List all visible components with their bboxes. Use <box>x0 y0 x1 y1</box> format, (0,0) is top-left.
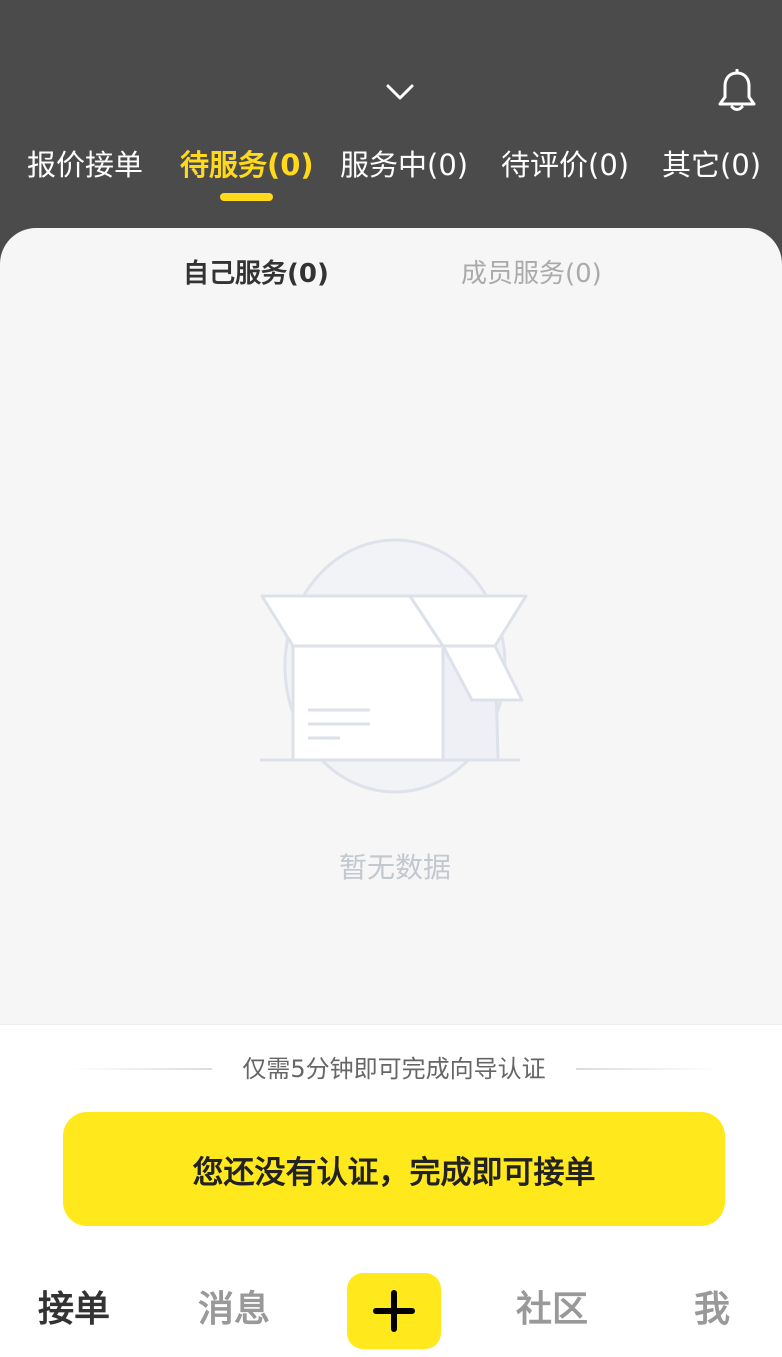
subtab-own-service[interactable]: 自己服务(0) <box>183 256 329 292</box>
tab-quote-orders[interactable]: 报价接单 <box>27 140 143 190</box>
header: 报价接单 待服务(0) 服务中(0) 待评价(0) 其它(0) <box>0 0 782 240</box>
tab-other[interactable]: 其它(0) <box>662 140 761 190</box>
bottom-navigation: 接单 消息 社区 我 <box>0 1265 782 1357</box>
nav-community[interactable]: 社区 <box>516 1285 588 1335</box>
certification-guide: 仅需5分钟即可完成向导认证 <box>0 1049 782 1089</box>
content-panel: 自己服务(0) 成员服务(0) 暂无数据 <box>0 228 782 1028</box>
active-tab-indicator <box>220 193 273 201</box>
tab-pending-service[interactable]: 待服务(0) <box>180 140 314 190</box>
notifications-button[interactable] <box>712 66 762 116</box>
empty-state-text: 暂无数据 <box>338 851 451 884</box>
chevron-down-icon <box>386 84 414 100</box>
tab-in-service[interactable]: 服务中(0) <box>340 140 468 190</box>
bell-icon <box>718 69 756 111</box>
start-certification-button[interactable]: 您还没有认证，完成即可接单 <box>63 1112 725 1226</box>
order-status-tabs: 报价接单 待服务(0) 服务中(0) 待评价(0) 其它(0) <box>0 140 782 200</box>
certification-panel: 仅需5分钟即可完成向导认证 您还没有认证，完成即可接单 接单 消息 社区 我 <box>0 1024 782 1357</box>
nav-me[interactable]: 我 <box>694 1285 730 1335</box>
divider-left <box>70 1068 212 1070</box>
nav-messages[interactable]: 消息 <box>198 1285 270 1335</box>
plus-icon <box>373 1290 415 1332</box>
tab-pending-review[interactable]: 待评价(0) <box>501 140 629 190</box>
dropdown-toggle[interactable] <box>381 74 419 110</box>
divider-right <box>576 1068 718 1070</box>
certification-guide-text: 仅需5分钟即可完成向导认证 <box>242 1055 546 1083</box>
add-button[interactable] <box>347 1273 441 1349</box>
subtab-member-service[interactable]: 成员服务(0) <box>461 256 602 292</box>
empty-box-icon <box>260 538 528 794</box>
nav-orders[interactable]: 接单 <box>38 1285 110 1335</box>
